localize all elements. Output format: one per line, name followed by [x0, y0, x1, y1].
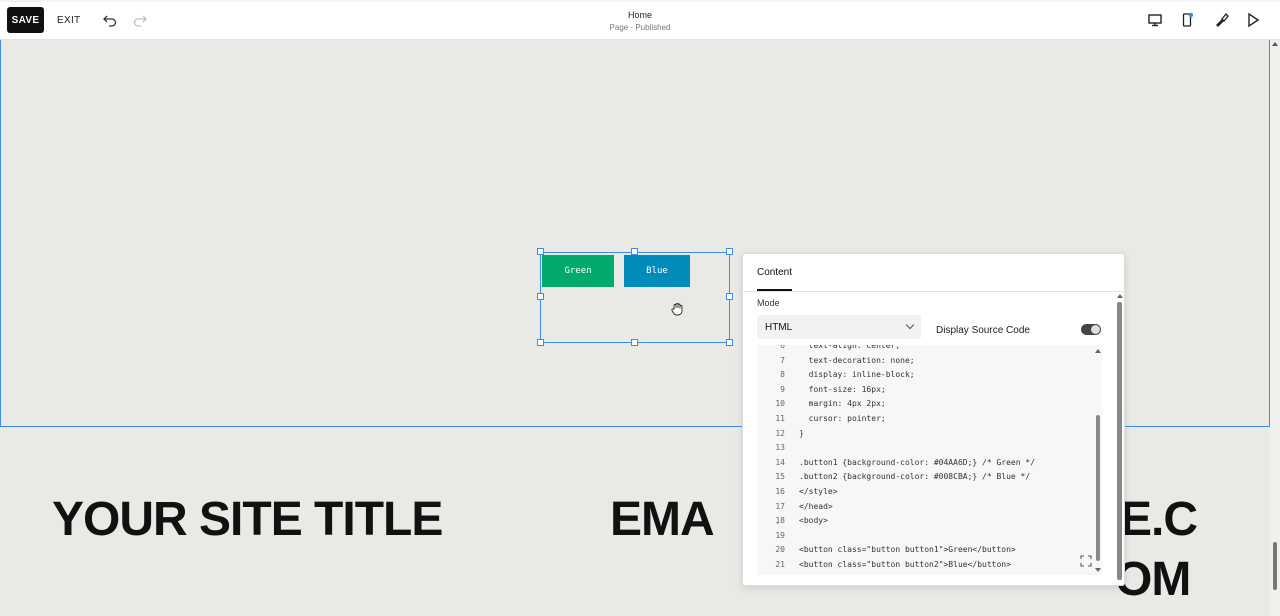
site-title[interactable]: YOUR SITE TITLE: [52, 492, 443, 547]
mode-select[interactable]: HTML: [757, 315, 921, 339]
exit-button[interactable]: EXIT: [57, 7, 80, 33]
page-scrollbar[interactable]: [1270, 40, 1280, 616]
toggle-knob: [1091, 325, 1100, 334]
code-line[interactable]: 18 <body>: [757, 514, 1097, 529]
code-line[interactable]: 11 cursor: pointer;: [757, 412, 1097, 427]
resize-handle[interactable]: [537, 293, 544, 300]
code-line[interactable]: 10 margin: 4px 2px;: [757, 397, 1097, 412]
line-number: 17: [775, 501, 785, 511]
page-title[interactable]: Home: [540, 10, 740, 20]
code-line[interactable]: 13: [757, 441, 1097, 456]
code-line[interactable]: 9 font-size: 16px;: [757, 383, 1097, 398]
code-line[interactable]: 12}: [757, 427, 1097, 442]
line-number: 14: [775, 457, 785, 467]
line-number: 13: [775, 443, 785, 453]
content-panel: Content Mode HTML Display Source Code 6 …: [742, 253, 1125, 586]
code-line[interactable]: 8 display: inline-block;: [757, 368, 1097, 383]
code-line[interactable]: 19: [757, 529, 1097, 544]
toolbar-top-border: [0, 0, 1280, 2]
design-brush-icon[interactable]: [1213, 12, 1229, 28]
tab-content[interactable]: Content: [757, 267, 792, 278]
resize-handle[interactable]: [537, 339, 544, 346]
resize-handle[interactable]: [631, 248, 638, 255]
resize-handle[interactable]: [537, 248, 544, 255]
code-line[interactable]: 16 </style>: [757, 485, 1097, 500]
green-button[interactable]: Green: [542, 255, 614, 287]
mobile-view-icon[interactable]: [1179, 12, 1195, 28]
blue-button[interactable]: Blue: [624, 255, 690, 287]
code-line[interactable]: 7 text-decoration: none;: [757, 354, 1097, 369]
line-number: 19: [775, 530, 785, 540]
line-number: 7: [780, 355, 785, 365]
desktop-view-icon[interactable]: [1147, 12, 1163, 28]
resize-handle[interactable]: [726, 248, 733, 255]
resize-handle[interactable]: [726, 293, 733, 300]
panel-scrollbar-thumb[interactable]: [1117, 302, 1122, 580]
hand-cursor-icon: [671, 303, 683, 316]
redo-icon[interactable]: [133, 13, 147, 27]
resize-handle[interactable]: [726, 339, 733, 346]
line-number: 15: [775, 472, 785, 482]
chevron-down-icon: [905, 320, 915, 330]
code-scrollbar[interactable]: [1095, 347, 1101, 572]
top-toolbar: SAVE EXIT Home Page · Published: [0, 0, 1280, 40]
code-text: text-decoration: none;: [799, 355, 915, 365]
fold-marker-icon[interactable]: ⌄: [775, 519, 780, 526]
line-number: 21: [775, 560, 785, 569]
panel-scrollbar[interactable]: [1117, 294, 1123, 584]
line-number: 10: [775, 399, 785, 409]
code-text: font-size: 16px;: [799, 384, 886, 394]
mode-label: Mode: [757, 298, 780, 308]
save-button[interactable]: SAVE: [7, 7, 44, 33]
code-line[interactable]: 15 .button2 {background-color: #008CBA;} …: [757, 470, 1097, 485]
code-text: display: inline-block;: [799, 370, 915, 380]
code-text: <button class="button button2">Blue</but…: [799, 560, 1011, 569]
page-status: Page · Published: [609, 23, 671, 32]
code-text: .button1 {background-color: #04AA6D;} /*…: [799, 457, 1036, 467]
scroll-up-arrow-icon[interactable]: [1117, 294, 1123, 298]
code-text: </head>: [799, 501, 833, 511]
code-text: <button class="button button1">Green</bu…: [799, 545, 1016, 555]
scroll-up-arrow-icon[interactable]: [1272, 42, 1278, 46]
line-number: 6: [780, 345, 785, 350]
line-number: 20: [775, 545, 785, 555]
display-source-code-label: Display Source Code: [936, 325, 1030, 336]
line-number: 16: [775, 487, 785, 496]
undo-icon[interactable]: [103, 13, 117, 27]
scroll-up-arrow-icon[interactable]: [1095, 349, 1101, 353]
code-text: <body>: [799, 516, 828, 526]
email-text[interactable]: EMA: [610, 492, 715, 547]
panel-divider: [743, 291, 1124, 292]
email-text-continued[interactable]: E.C: [1120, 492, 1198, 547]
code-text: }: [799, 428, 804, 438]
code-line[interactable]: 21 <button class="button button2">Blue</b…: [757, 558, 1097, 573]
code-line[interactable]: 17 </head>: [757, 500, 1097, 515]
scroll-down-arrow-icon[interactable]: [1095, 568, 1101, 572]
email-text-continued[interactable]: OM: [1115, 552, 1191, 607]
display-source-code-toggle[interactable]: [1081, 324, 1101, 335]
code-text: cursor: pointer;: [799, 414, 886, 423]
code-line[interactable]: 6 text-align: center;: [757, 345, 1097, 354]
expand-icon[interactable]: [1080, 555, 1092, 567]
line-number: 8: [780, 370, 785, 380]
line-number: 12: [775, 428, 785, 438]
code-text: margin: 4px 2px;: [799, 399, 886, 409]
line-number: 9: [780, 384, 785, 394]
resize-handle[interactable]: [631, 339, 638, 346]
code-scrollbar-thumb[interactable]: [1096, 415, 1100, 561]
code-text: text-align: center;: [799, 345, 901, 350]
preview-play-icon[interactable]: [1245, 12, 1261, 28]
code-text: </style>: [799, 487, 838, 496]
scrollbar-thumb[interactable]: [1273, 542, 1277, 590]
code-line[interactable]: 20 <button class="button button1">Green</…: [757, 543, 1097, 558]
code-text: .button2 {background-color: #008CBA;} /*…: [799, 472, 1031, 482]
mode-select-value: HTML: [765, 321, 793, 333]
line-number: 11: [775, 414, 785, 423]
code-editor[interactable]: 6 text-align: center; 7 text-decoration: …: [757, 345, 1102, 575]
code-line[interactable]: 14 .button1 {background-color: #04AA6D;} …: [757, 456, 1097, 471]
